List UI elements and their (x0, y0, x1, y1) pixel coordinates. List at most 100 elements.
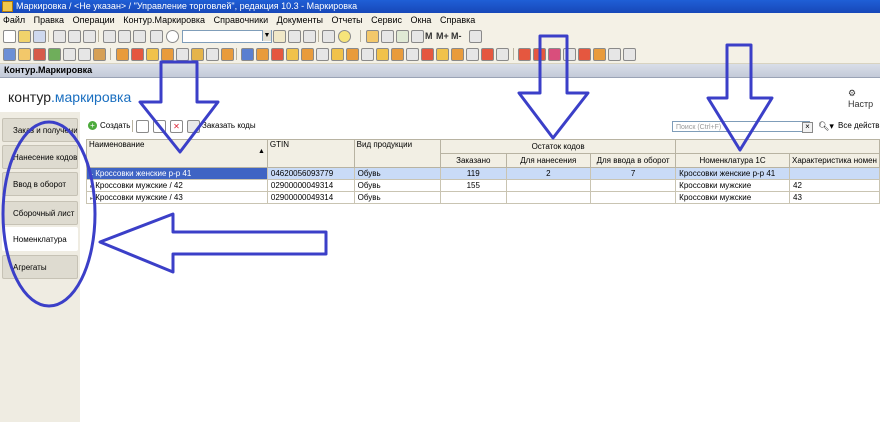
journal-return-icon[interactable] (271, 48, 284, 61)
journal-invoice-icon[interactable] (301, 48, 314, 61)
menu-service[interactable]: Сервис (371, 15, 402, 25)
cut-icon[interactable] (53, 30, 66, 43)
menu-operations[interactable]: Операции (73, 15, 115, 25)
copy-icon[interactable] (136, 120, 149, 133)
journal-price-icon[interactable] (391, 48, 404, 61)
edit-icon[interactable] (153, 120, 166, 133)
marking-misc-icon[interactable] (623, 48, 636, 61)
doc-icon[interactable] (411, 30, 424, 43)
save-icon[interactable] (33, 30, 46, 43)
find-next-icon[interactable] (288, 30, 301, 43)
menu-file[interactable]: Файл (3, 15, 25, 25)
marking-report-icon[interactable] (578, 48, 591, 61)
column-header-to-circulation[interactable]: Для ввода в оборот (589, 153, 677, 168)
table-icon[interactable] (396, 30, 409, 43)
doc-cash-icon[interactable] (221, 48, 234, 61)
new-doc-icon[interactable] (3, 30, 16, 43)
marking-journal-icon[interactable] (608, 48, 621, 61)
doc-invoice-icon[interactable] (161, 48, 174, 61)
journal-misc-icon[interactable] (466, 48, 479, 61)
chevron-down-icon[interactable]: ▼ (262, 30, 271, 41)
m-plus-button[interactable]: M+ (436, 30, 449, 42)
folder-icon[interactable] (18, 48, 31, 61)
doc-return-icon[interactable] (131, 48, 144, 61)
journal-sale-icon[interactable] (256, 48, 269, 61)
column-header-characteristic[interactable]: Характеристика номен (789, 153, 880, 168)
search-input[interactable]: Поиск (Ctrl+F) (672, 121, 810, 132)
marking-settings-icon[interactable] (593, 48, 606, 61)
add-icon[interactable]: + (88, 121, 97, 130)
sidebar-item-orders[interactable]: Заказ и получение (2, 118, 78, 142)
doc-sale-icon[interactable] (116, 48, 129, 61)
marking-aggregate-icon[interactable] (563, 48, 576, 61)
column-header-type[interactable]: Вид продукции (353, 139, 442, 168)
help-icon[interactable] (338, 30, 351, 43)
sidebar-item-circulation[interactable]: Ввод в оборот (2, 172, 78, 196)
journal-icon[interactable] (241, 48, 254, 61)
sidebar-item-nomenclature[interactable]: Номенклатура (2, 227, 78, 251)
journal-tax-icon[interactable] (406, 48, 419, 61)
marking-order-icon[interactable] (518, 48, 531, 61)
goods-icon[interactable] (48, 48, 61, 61)
doc-move-icon[interactable] (176, 48, 189, 61)
column-header-nomenclature-1c[interactable]: Номенклатура 1С (675, 153, 790, 168)
calc-icon[interactable] (366, 30, 379, 43)
search-icon[interactable]: 🔍︎▾ (818, 121, 834, 132)
barcode-icon[interactable] (187, 120, 200, 133)
settings-link[interactable]: ⚙ Настр (848, 88, 880, 109)
table-row[interactable]: ▸ Кроссовки женские р-р 41 0462005609377… (86, 167, 880, 180)
menu-references[interactable]: Справочники (214, 15, 269, 25)
m-minus-button[interactable]: M- (451, 30, 462, 42)
window-icon[interactable] (322, 30, 335, 43)
calendar-icon[interactable] (381, 30, 394, 43)
journal-move-icon[interactable] (316, 48, 329, 61)
toolbar-search-combo[interactable] (182, 30, 272, 43)
menu-edit[interactable]: Правка (34, 15, 64, 25)
menu-help[interactable]: Справка (440, 15, 475, 25)
doc-receipt-icon[interactable] (146, 48, 159, 61)
column-header-ordered[interactable]: Заказано (440, 153, 507, 168)
sidebar-item-assembly[interactable]: Сборочный лист (2, 201, 78, 225)
close-icon[interactable]: × (802, 122, 813, 133)
menu-windows[interactable]: Окна (411, 15, 432, 25)
journal-docs-icon[interactable] (481, 48, 494, 61)
journal-all-icon[interactable] (496, 48, 509, 61)
list-icon[interactable] (78, 48, 91, 61)
menu-documents[interactable]: Документы (277, 15, 323, 25)
journal-receipt-icon[interactable] (286, 48, 299, 61)
scale-icon[interactable] (63, 48, 76, 61)
menu-kontur[interactable]: Контур.Маркировка (123, 15, 205, 25)
journal-bank-icon[interactable] (361, 48, 374, 61)
sidebar-item-aggregates[interactable]: Агрегаты (2, 255, 78, 279)
journal-retail-icon[interactable] (436, 48, 449, 61)
table-row[interactable]: ▸ Кроссовки мужские / 42 02900000049314 … (86, 179, 880, 192)
menu-reports[interactable]: Отчеты (332, 15, 363, 25)
sidebar-item-apply-codes[interactable]: Нанесение кодов (2, 145, 78, 169)
copy-icon[interactable] (68, 30, 81, 43)
undo-icon[interactable] (118, 30, 131, 43)
find-prev-icon[interactable] (303, 30, 316, 43)
search-icon[interactable] (166, 30, 179, 43)
journal-stock-icon[interactable] (376, 48, 389, 61)
paste-icon[interactable] (83, 30, 96, 43)
back-icon[interactable] (150, 30, 163, 43)
catalog-icon[interactable] (3, 48, 16, 61)
column-header-gtin[interactable]: GTIN (266, 139, 355, 168)
journal-orders-icon[interactable] (451, 48, 464, 61)
pin-icon[interactable] (469, 30, 482, 43)
column-header-to-apply[interactable]: Для нанесения (505, 153, 591, 168)
open-folder-icon[interactable] (18, 30, 31, 43)
column-header-name[interactable]: Наименование ▲ (86, 139, 268, 168)
order-codes-button[interactable]: Заказать коды (202, 121, 256, 130)
delete-icon[interactable]: ✕ (170, 120, 183, 133)
create-button[interactable]: Создать (100, 121, 130, 130)
marking-apply-icon[interactable] (533, 48, 546, 61)
table-row[interactable]: ▸ Кроссовки мужские / 43 02900000049314 … (86, 191, 880, 204)
search-clear-icon[interactable] (273, 30, 286, 43)
journal-order-icon[interactable] (331, 48, 344, 61)
all-actions-menu[interactable]: Все действ (838, 121, 880, 130)
chart-icon[interactable] (93, 48, 106, 61)
marking-circulation-icon[interactable] (548, 48, 561, 61)
print-icon[interactable] (103, 30, 116, 43)
report-icon[interactable] (33, 48, 46, 61)
